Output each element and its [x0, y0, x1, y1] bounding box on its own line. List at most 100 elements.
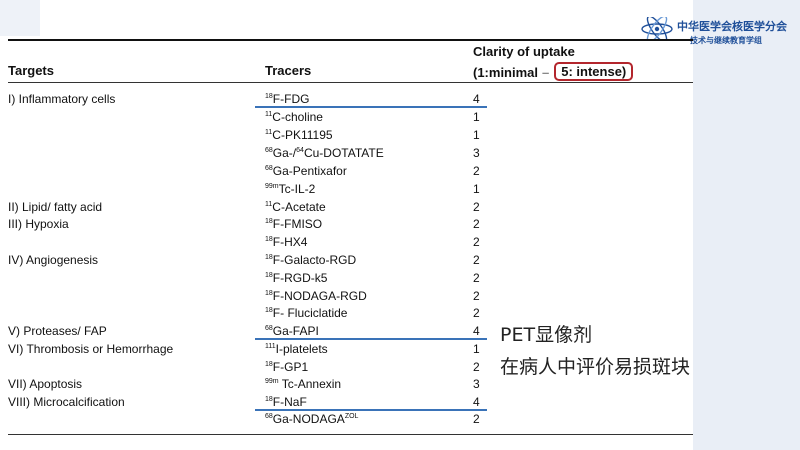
- isotope-mass: 99m: [265, 183, 279, 190]
- annotation-line-2: 在病人中评价易损斑块: [500, 356, 691, 378]
- tracer-cell: 68Ga-/64Cu-DOTATATE: [265, 146, 384, 160]
- tracer-cell: 68Ga-Pentixafor: [265, 164, 347, 178]
- uptake-score: 2: [473, 253, 480, 267]
- uptake-score: 4: [473, 395, 480, 409]
- header-tracers: Tracers: [265, 63, 312, 78]
- tracer-name: F-NaF: [272, 395, 307, 409]
- header-scale: (1:minimal –5: intense): [473, 62, 634, 82]
- uptake-score: 3: [473, 377, 480, 391]
- isotope-mass: 99m: [265, 378, 279, 385]
- uptake-score: 2: [473, 306, 480, 320]
- target-label: I) Inflammatory cells: [8, 92, 116, 106]
- tracer-cell: 11C-choline: [265, 110, 323, 124]
- header-rule: [8, 82, 693, 83]
- target-label: IV) Angiogenesis: [8, 253, 99, 267]
- scale-dash: –: [542, 65, 550, 80]
- uptake-score: 1: [473, 182, 480, 196]
- annotation-line-1: PET显像剂: [500, 324, 593, 346]
- highlight-underline: [255, 338, 487, 340]
- uptake-score: 1: [473, 342, 480, 356]
- tracer-name: Ga-FAPI: [272, 324, 319, 338]
- target-label: V) Proteases/ FAP: [8, 324, 107, 338]
- isotope-mass: 68: [265, 325, 273, 332]
- isotope-mass: 18: [265, 236, 273, 243]
- organization-name: 中华医学会核医学分会: [677, 21, 787, 33]
- tracer-cell: 18F-FMISO: [265, 217, 322, 231]
- uptake-score: 2: [473, 235, 480, 249]
- uptake-score: 4: [473, 324, 480, 338]
- isotope-mass: ZOL: [344, 413, 359, 420]
- tracer-name: F- Fluciclatide: [272, 306, 348, 320]
- tracer-name: I-platelets: [275, 342, 328, 356]
- organization-subgroup: 技术与继续教育学组: [690, 36, 762, 45]
- header-clarity: Clarity of uptake: [473, 44, 575, 59]
- tracer-cell: 111I-platelets: [265, 342, 328, 356]
- tracer-cell: 11C-PK11195: [265, 128, 333, 142]
- target-label: III) Hypoxia: [8, 217, 69, 231]
- tracer-name: C-PK11195: [272, 128, 333, 142]
- isotope-mass: 68: [265, 413, 273, 420]
- tracer-name: F-Galacto-RGD: [272, 253, 357, 267]
- atom-logo-icon: [641, 17, 673, 41]
- uptake-score: 2: [473, 412, 480, 426]
- tracer-name: C-Acetate: [272, 200, 326, 214]
- target-label: VII) Apoptosis: [8, 377, 83, 391]
- uptake-score: 1: [473, 110, 480, 124]
- target-label: VIII) Microcalcification: [8, 395, 125, 409]
- right-side-panel: [693, 0, 800, 450]
- isotope-mass: 18: [265, 272, 273, 279]
- uptake-score: 4: [473, 92, 480, 106]
- tracer-cell: 18F-GP1: [265, 360, 308, 374]
- tracer-cell: 18F-HX4: [265, 235, 307, 249]
- tracer-name: Cu-DOTATATE: [303, 146, 384, 160]
- tracer-name: C-choline: [272, 110, 323, 124]
- isotope-mass: 18: [265, 93, 273, 100]
- tracer-cell: 18F-FDG: [265, 92, 309, 106]
- tracer-name: Tc-IL-2: [278, 182, 316, 196]
- isotope-mass: 68: [265, 147, 273, 154]
- isotope-mass: 18: [265, 307, 273, 314]
- scale-min-label: (1:minimal: [473, 65, 539, 80]
- tracer-name: Tc-Annexin: [278, 377, 342, 391]
- isotope-mass: 64: [296, 147, 304, 154]
- highlight-underline: [255, 409, 487, 411]
- isotope-mass: 18: [265, 254, 273, 261]
- tracer-cell: 18F-Galacto-RGD: [265, 253, 356, 267]
- uptake-score: 2: [473, 217, 480, 231]
- highlight-box-intense: 5: intense): [554, 62, 634, 81]
- tracer-name: F-GP1: [272, 360, 309, 374]
- uptake-score: 2: [473, 289, 480, 303]
- tracer-name: F-FMISO: [272, 217, 323, 231]
- tracer-name: Ga-NODAGA: [272, 412, 345, 426]
- tracer-name: F-RGD-k5: [272, 271, 328, 285]
- isotope-mass: 18: [265, 218, 273, 225]
- corner-decoration: [0, 0, 40, 36]
- tracer-name: Ga-Pentixafor: [272, 164, 347, 178]
- tracer-name: F-HX4: [272, 235, 308, 249]
- table-top-rule: [8, 39, 693, 41]
- tracer-cell: 18F-NaF: [265, 395, 307, 409]
- uptake-score: 2: [473, 200, 480, 214]
- tracer-cell: 68Ga-NODAGAZOL: [265, 412, 358, 426]
- uptake-score: 2: [473, 360, 480, 374]
- uptake-score: 2: [473, 271, 480, 285]
- target-label: II) Lipid/ fatty acid: [8, 200, 103, 214]
- target-label: VI) Thrombosis or Hemorrhage: [8, 342, 174, 356]
- isotope-mass: 18: [265, 396, 273, 403]
- isotope-mass: 68: [265, 165, 273, 172]
- tracer-cell: 68Ga-FAPI: [265, 324, 319, 338]
- isotope-mass: 18: [265, 290, 273, 297]
- tracer-cell: 18F-RGD-k5: [265, 271, 327, 285]
- uptake-score: 3: [473, 146, 480, 160]
- isotope-mass: 111: [265, 343, 276, 350]
- table-bottom-rule: [8, 434, 693, 435]
- uptake-score: 1: [473, 128, 480, 142]
- tracer-cell: 18F-NODAGA-RGD: [265, 289, 367, 303]
- tracer-name: Ga-/: [272, 146, 297, 160]
- uptake-score: 2: [473, 164, 480, 178]
- header-targets: Targets: [8, 63, 54, 78]
- tracer-cell: 11C-Acetate: [265, 200, 326, 214]
- tracer-cell: 99mTc-IL-2: [265, 182, 315, 196]
- tracer-cell: 99m Tc-Annexin: [265, 377, 341, 391]
- tracer-name: F-NODAGA-RGD: [272, 289, 367, 303]
